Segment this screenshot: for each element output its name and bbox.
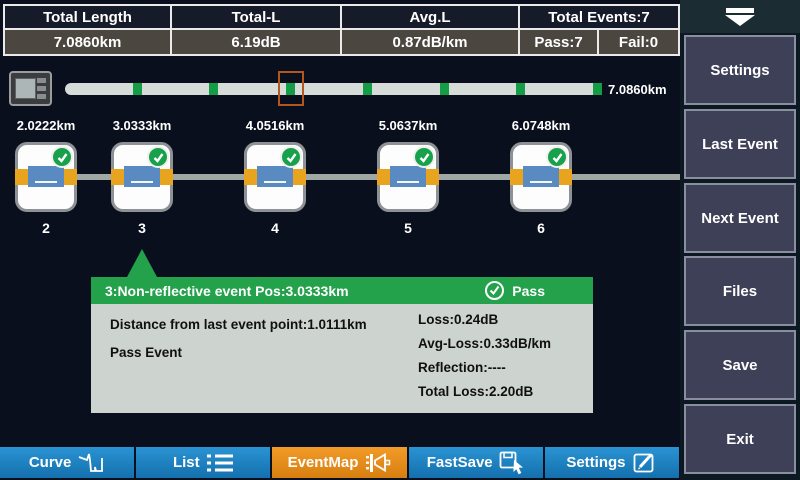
event-reflection: Reflection:----	[418, 356, 551, 380]
tab-eventmap[interactable]: EventMap	[272, 447, 406, 478]
pass-check-icon	[413, 146, 435, 168]
fastsave-icon	[499, 451, 525, 475]
connector-right	[160, 169, 173, 185]
event-item-4[interactable]: 4.0516km 4	[223, 118, 327, 236]
files-button[interactable]: Files	[684, 256, 796, 326]
event-distance-label: 4.0516km	[223, 118, 327, 136]
event-tick	[209, 83, 218, 95]
next-event-button[interactable]: Next Event	[684, 183, 796, 253]
pass-status: Pass	[484, 280, 545, 301]
event-item-6[interactable]: 6.0748km 6	[489, 118, 593, 236]
event-number-label: 5	[356, 220, 460, 236]
pass-count: Pass:7	[518, 30, 597, 54]
tab-curve[interactable]: Curve	[0, 447, 134, 478]
collapse-sidebar-button[interactable]	[680, 0, 800, 33]
distance-from-last-event: Distance from last event point:1.0111km	[110, 317, 367, 332]
otdr-device-screen	[15, 78, 36, 99]
event-tick	[363, 83, 372, 95]
avg-loss-header: Avg.L	[340, 6, 518, 28]
fiber-bar[interactable]	[65, 83, 602, 95]
pass-check-icon	[280, 146, 302, 168]
otdr-device-icon	[9, 71, 52, 106]
connector-right	[64, 169, 77, 185]
last-event-button[interactable]: Last Event	[684, 109, 796, 179]
tab-list[interactable]: List	[136, 447, 270, 478]
summary-header-row: Total Length Total-L Avg.L Total Events:…	[5, 6, 678, 30]
fiber-total-length-label: 7.0860km	[608, 82, 667, 97]
event-detail-body: Distance from last event point:1.0111km …	[91, 304, 593, 413]
otdr-eventmap-screen: Total Length Total-L Avg.L Total Events:…	[0, 0, 800, 480]
pass-circle-check-icon	[484, 280, 505, 301]
connector-left	[111, 169, 124, 185]
splice-block	[124, 166, 160, 187]
connector-left	[15, 169, 28, 185]
chevron-down-icon	[726, 8, 754, 13]
connector-right	[426, 169, 439, 185]
splice-block	[390, 166, 426, 187]
splice-block	[28, 166, 64, 187]
pass-check-icon	[51, 146, 73, 168]
summary-value-row: 7.0860km 6.19dB 0.87dB/km Pass:7 Fail:0	[5, 30, 678, 54]
sidebar: Settings Last Event Next Event Files Sav…	[680, 0, 800, 480]
fail-count: Fail:0	[597, 30, 678, 54]
pass-check-icon	[147, 146, 169, 168]
total-length-value: 7.0860km	[5, 30, 170, 54]
tab-settings[interactable]: Settings	[545, 447, 679, 478]
bottom-tab-bar: Curve List EventMap	[0, 447, 679, 478]
event-distance-label: 6.0748km	[489, 118, 593, 136]
curve-icon	[77, 451, 105, 475]
event-detail-title: 3:Non-reflective event Pos:3.0333km	[105, 283, 349, 299]
event-tick	[516, 83, 525, 95]
connector-left	[244, 169, 257, 185]
eventmap-icon	[364, 451, 391, 475]
selected-event-pointer	[127, 249, 157, 277]
total-loss-value: 6.19dB	[170, 30, 340, 54]
selected-event-box[interactable]	[278, 71, 304, 106]
event-total-loss: Total Loss:2.20dB	[418, 380, 551, 404]
event-loss: Loss:0.24dB	[418, 308, 551, 332]
exit-button[interactable]: Exit	[684, 404, 796, 474]
event-detail-panel: 3:Non-reflective event Pos:3.0333km Pass…	[91, 277, 593, 413]
splice-event-icon[interactable]	[15, 142, 77, 212]
pass-check-icon	[546, 146, 568, 168]
splice-block	[257, 166, 293, 187]
event-item-3[interactable]: 3.0333km 3	[90, 118, 194, 236]
event-tick	[440, 83, 449, 95]
event-number-label: 2	[0, 220, 98, 236]
connector-left	[510, 169, 523, 185]
event-distance-label: 3.0333km	[90, 118, 194, 136]
event-number-label: 6	[489, 220, 593, 236]
event-tick	[133, 83, 142, 95]
settings-button[interactable]: Settings	[684, 35, 796, 105]
event-distance-label: 2.0222km	[0, 118, 98, 136]
event-detail-header: 3:Non-reflective event Pos:3.0333km Pass	[91, 277, 593, 304]
splice-event-icon[interactable]	[377, 142, 439, 212]
event-avg-loss: Avg-Loss:0.33dB/km	[418, 332, 551, 356]
settings-icon	[632, 451, 658, 475]
total-events-header: Total Events:7	[518, 6, 678, 28]
summary-table: Total Length Total-L Avg.L Total Events:…	[3, 4, 680, 56]
event-result: Pass Event	[110, 345, 367, 360]
save-button[interactable]: Save	[684, 330, 796, 400]
event-number-label: 3	[90, 220, 194, 236]
event-tick	[593, 83, 602, 95]
splice-event-icon[interactable]	[244, 142, 306, 212]
avg-loss-value: 0.87dB/km	[340, 30, 518, 54]
event-distance-label: 5.0637km	[356, 118, 460, 136]
event-item-2[interactable]: 2.0222km 2	[0, 118, 98, 236]
total-length-header: Total Length	[5, 6, 170, 28]
splice-event-icon[interactable]	[111, 142, 173, 212]
list-icon	[206, 452, 234, 474]
connector-left	[377, 169, 390, 185]
connector-right	[559, 169, 572, 185]
total-loss-header: Total-L	[170, 6, 340, 28]
connector-right	[293, 169, 306, 185]
event-item-5[interactable]: 5.0637km 5	[356, 118, 460, 236]
splice-block	[523, 166, 559, 187]
event-number-label: 4	[223, 220, 327, 236]
splice-event-icon[interactable]	[510, 142, 572, 212]
pass-status-label: Pass	[512, 283, 545, 299]
tab-fastsave[interactable]: FastSave	[409, 447, 543, 478]
